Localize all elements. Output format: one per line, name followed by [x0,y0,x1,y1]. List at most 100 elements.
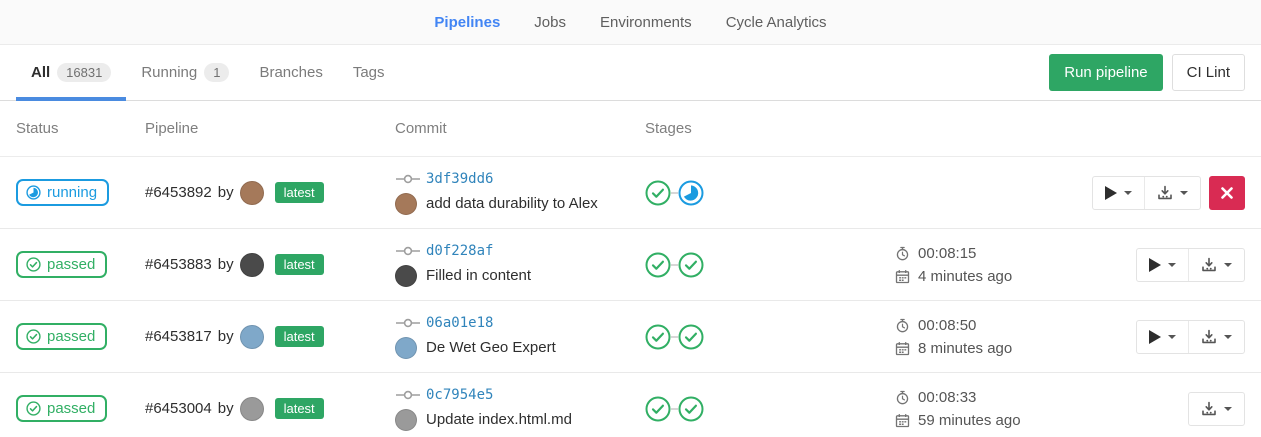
cancel-pipeline-button[interactable] [1209,176,1245,210]
pipeline-actions-group [1092,176,1201,210]
running-icon [26,185,41,200]
stage-icon[interactable] [645,252,671,278]
table-row: running #6453892 by latest 3df39dd6 add … [0,157,1261,229]
play-dropdown-button[interactable] [1137,321,1188,353]
stage-icon[interactable] [645,180,671,206]
tab-running-label: Running [141,64,197,81]
download-artifacts-dropdown-button[interactable] [1188,321,1244,353]
pipelines-table-body: running #6453892 by latest 3df39dd6 add … [0,157,1261,437]
pipeline-actions-group [1136,320,1245,354]
download-icon [1201,329,1217,345]
stage-icon[interactable] [678,396,704,422]
status-cell: passed [16,323,145,350]
commit-cell: 06a01e18 De Wet Geo Expert [395,315,645,359]
calendar-icon [895,341,910,356]
status-badge[interactable]: running [16,179,109,206]
tab-running[interactable]: Running 1 [126,45,244,100]
table-row: passed #6453817 by latest 06a01e18 De We… [0,301,1261,373]
commit-hash-link[interactable]: 0c7954e5 [426,387,493,403]
status-badge[interactable]: passed [16,323,107,350]
stage-connector [671,408,678,410]
status-label: passed [47,400,95,417]
stage-icon[interactable] [678,324,704,350]
stage-icon[interactable] [678,252,704,278]
pipelines-table-header: Status Pipeline Commit Stages [0,101,1261,157]
commit-hash-link[interactable]: 3df39dd6 [426,171,493,187]
status-cell: passed [16,251,145,278]
pipeline-actions-group [1136,248,1245,282]
nav-pipelines[interactable]: Pipelines [434,14,500,31]
pipeline-id-link[interactable]: #6453883 [145,256,212,273]
pipeline-id-link[interactable]: #6453892 [145,184,212,201]
chevron-down-icon [1224,263,1232,267]
latest-badge: latest [275,254,324,275]
header-pipeline: Pipeline [145,120,395,137]
chevron-down-icon [1124,191,1132,195]
pipeline-cell: #6453892 by latest [145,181,395,205]
actions-cell [1090,176,1245,210]
tab-tags[interactable]: Tags [338,45,400,100]
latest-badge: latest [275,182,324,203]
commit-hash-link[interactable]: 06a01e18 [426,315,493,331]
status-badge[interactable]: passed [16,251,107,278]
stage-icon[interactable] [678,180,704,206]
stage-icon[interactable] [645,324,671,350]
calendar-icon [895,413,910,428]
commit-author-avatar[interactable] [395,193,417,215]
status-label: passed [47,328,95,345]
triggerer-avatar[interactable] [240,325,264,349]
play-dropdown-button[interactable] [1093,177,1144,209]
download-artifacts-dropdown-button[interactable] [1189,393,1244,425]
chevron-down-icon [1224,335,1232,339]
project-nav: Pipelines Jobs Environments Cycle Analyt… [0,0,1261,45]
duration-value: 00:08:15 [918,245,976,262]
header-commit: Commit [395,120,645,137]
commit-message-link[interactable]: De Wet Geo Expert [426,339,556,356]
stage-icon[interactable] [645,396,671,422]
pipeline-id-link[interactable]: #6453004 [145,400,212,417]
timing-cell: 00:08:50 8 minutes ago [895,317,1090,357]
triggerer-avatar[interactable] [240,397,264,421]
stages-cell [645,324,895,350]
chevron-down-icon [1168,263,1176,267]
duration-value: 00:08:33 [918,389,976,406]
commit-icon [395,173,421,185]
commit-author-avatar[interactable] [395,409,417,431]
pipeline-id-link[interactable]: #6453817 [145,328,212,345]
passed-icon [26,257,41,272]
status-cell: running [16,179,145,206]
time-ago-value: 59 minutes ago [918,412,1021,429]
commit-author-avatar[interactable] [395,337,417,359]
by-label: by [218,400,234,417]
nav-jobs[interactable]: Jobs [534,14,566,31]
tab-branches[interactable]: Branches [244,45,337,100]
stages-cell [645,396,895,422]
download-icon [1201,401,1217,417]
commit-message-link[interactable]: add data durability to Alex [426,195,598,212]
download-artifacts-dropdown-button[interactable] [1188,249,1244,281]
commit-message-link[interactable]: Update index.html.md [426,411,572,428]
play-dropdown-button[interactable] [1137,249,1188,281]
triggerer-avatar[interactable] [240,253,264,277]
nav-environments[interactable]: Environments [600,14,692,31]
tab-running-count-badge: 1 [204,63,229,82]
tab-all[interactable]: All 16831 [16,45,126,100]
run-pipeline-button[interactable]: Run pipeline [1049,54,1162,91]
commit-hash-link[interactable]: d0f228af [426,243,493,259]
tab-all-label: All [31,64,50,81]
commit-message-link[interactable]: Filled in content [426,267,531,284]
status-badge[interactable]: passed [16,395,107,422]
by-label: by [218,256,234,273]
latest-badge: latest [275,326,324,347]
ci-lint-button[interactable]: CI Lint [1172,54,1245,91]
nav-cycle-analytics[interactable]: Cycle Analytics [726,14,827,31]
commit-cell: 3df39dd6 add data durability to Alex [395,171,645,215]
timer-icon [895,318,910,333]
actions-cell [1090,320,1245,354]
close-icon [1221,187,1233,199]
triggerer-avatar[interactable] [240,181,264,205]
passed-icon [26,401,41,416]
download-artifacts-dropdown-button[interactable] [1144,177,1200,209]
play-icon [1105,186,1117,200]
commit-author-avatar[interactable] [395,265,417,287]
